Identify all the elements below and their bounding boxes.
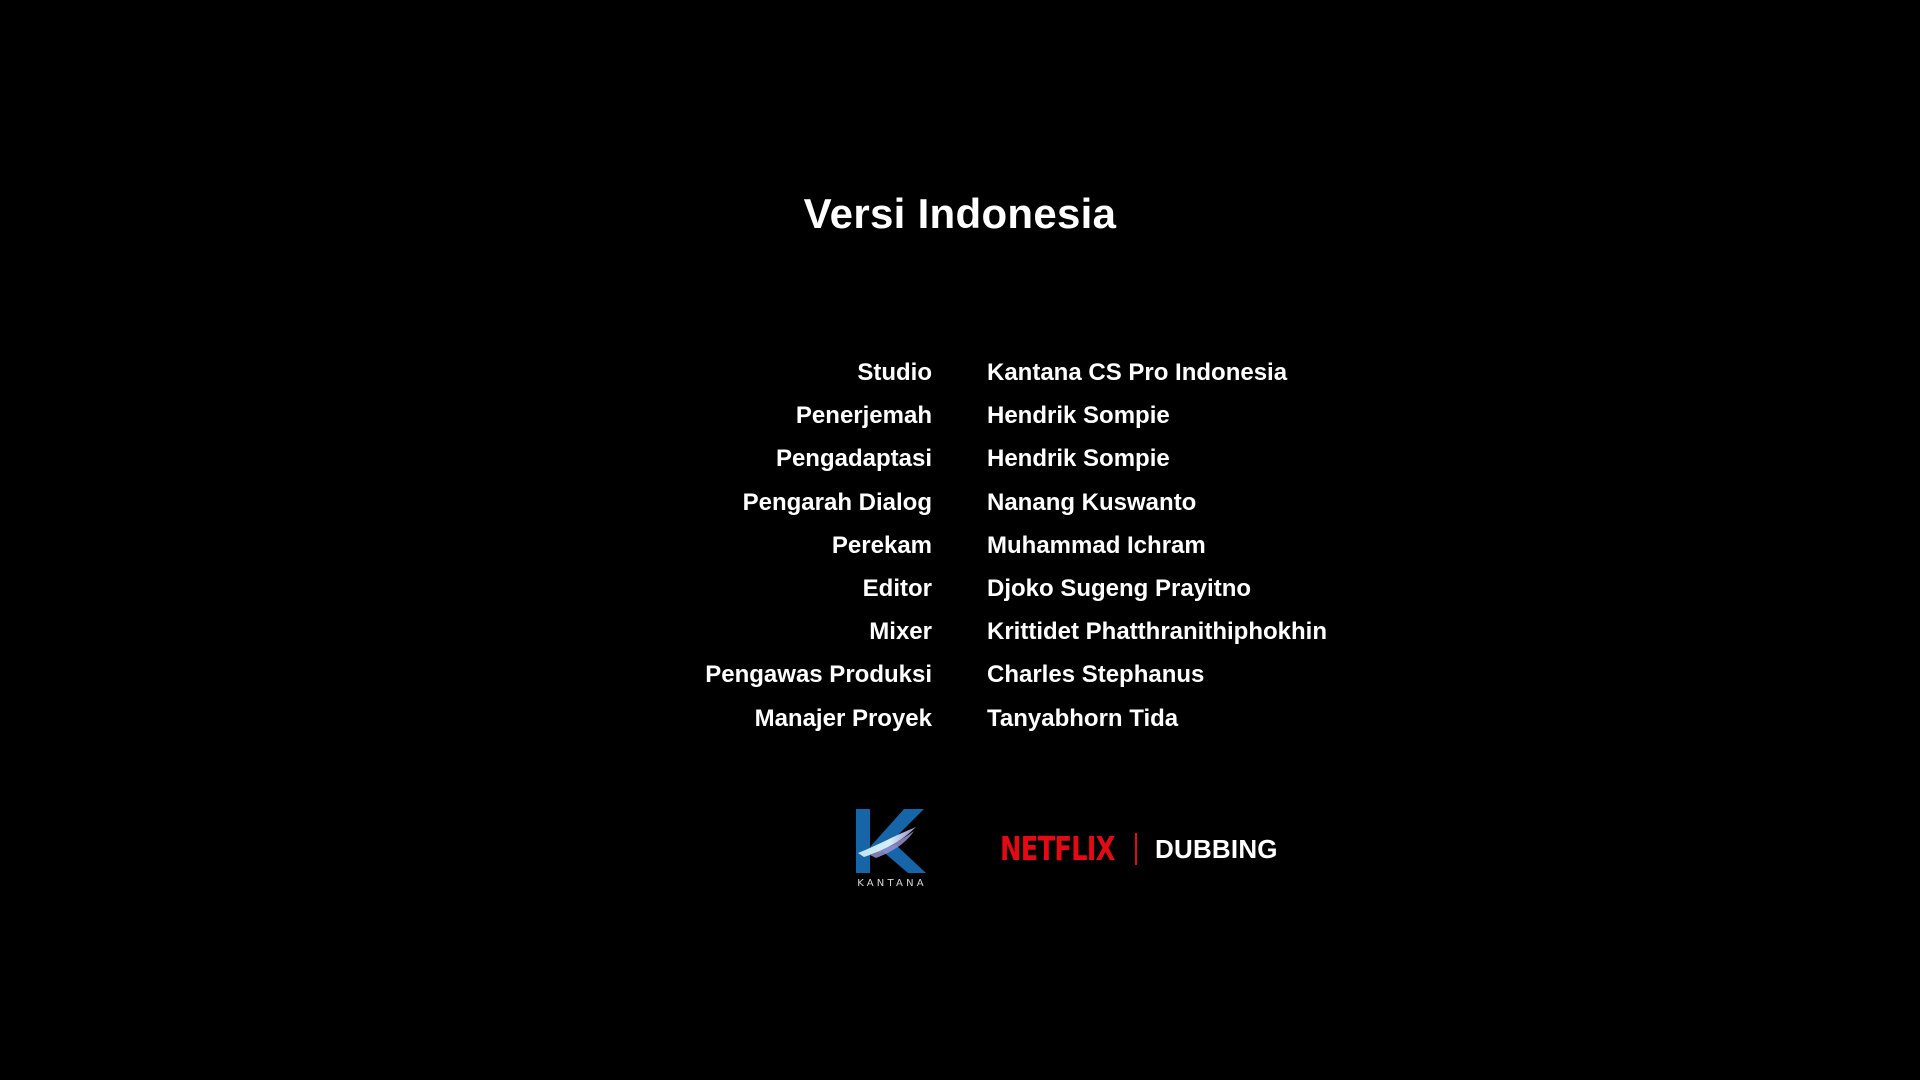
credit-row: Perekam Muhammad Ichram — [0, 524, 1920, 567]
credit-role: Mixer — [869, 618, 932, 646]
credit-name: Hendrik Sompie — [987, 402, 1170, 430]
credit-role: Manajer Proyek — [754, 704, 932, 732]
credit-name: Tanyabhorn Tida — [987, 704, 1179, 732]
logo-divider — [1135, 833, 1137, 865]
logo-bar: KANTANA NETFLIX DUBBING — [0, 805, 1920, 900]
credit-role: Penerjemah — [795, 402, 932, 430]
credit-name: Charles Stephanus — [987, 661, 1205, 689]
credit-role: Editor — [862, 574, 932, 602]
credit-row: Editor Djoko Sugeng Prayitno — [0, 567, 1920, 610]
credit-row: Mixer Krittidet Phatthranithiphokhin — [0, 610, 1920, 653]
credit-role: Pengarah Dialog — [742, 488, 932, 516]
credit-row: Pengawas Produksi Charles Stephanus — [0, 653, 1920, 696]
dubbing-label: DUBBING — [1155, 834, 1278, 864]
credit-role: Pengawas Produksi — [705, 661, 932, 689]
section-title: Versi Indonesia — [803, 190, 1117, 237]
credit-role: Perekam — [831, 531, 932, 559]
credit-row: Manajer Proyek Tanyabhorn Tida — [0, 697, 1920, 740]
credit-name: Djoko Sugeng Prayitno — [987, 574, 1252, 602]
credit-name: Krittidet Phatthranithiphokhin — [987, 618, 1327, 646]
credit-role: Studio — [857, 359, 932, 386]
netflix-logo: NETFLIX — [1000, 829, 1115, 868]
credit-name: Muhammad Ichram — [987, 531, 1206, 559]
credit-row: Penerjemah Hendrik Sompie — [0, 394, 1920, 437]
credit-name: Kantana CS Pro Indonesia — [987, 359, 1288, 386]
credit-row: Pengarah Dialog Nanang Kuswanto — [0, 481, 1920, 524]
kantana-wordmark: KANTANA — [857, 878, 927, 889]
credit-role: Pengadaptasi — [775, 445, 932, 473]
credit-row: Pengadaptasi Hendrik Sompie — [0, 437, 1920, 480]
kantana-k-logo-icon — [856, 809, 926, 873]
kantana-logo: KANTANA — [850, 805, 934, 900]
credit-name: Hendrik Sompie — [987, 445, 1170, 473]
credit-name: Nanang Kuswanto — [987, 488, 1197, 516]
credit-row: Studio Kantana CS Pro Indonesia — [0, 351, 1920, 394]
credits-screen: Versi Indonesia Studio Kantana CS Pro In… — [0, 0, 1920, 1080]
credits-list: Studio Kantana CS Pro Indonesia Penerjem… — [0, 351, 1920, 740]
